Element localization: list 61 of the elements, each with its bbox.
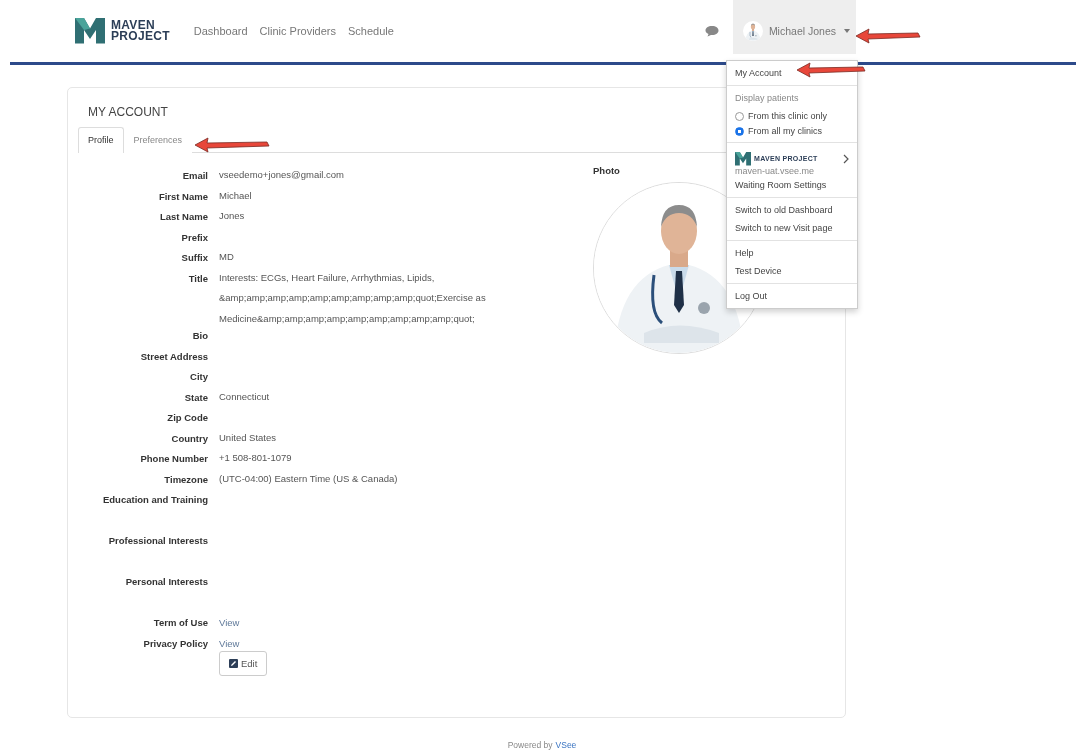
nav-link[interactable]: Dashboard [193, 25, 248, 37]
menu-item[interactable]: Switch to new Visit page [727, 218, 841, 237]
field-label: Title [187, 271, 208, 286]
menu-item[interactable]: Test Device [727, 261, 790, 280]
field-value: Connecticut [219, 389, 271, 404]
menu-item[interactable]: Switch to old Dashboard [727, 200, 841, 219]
view-link[interactable]: View [219, 616, 240, 629]
user-menu-button[interactable]: Michael Jones [733, 0, 856, 54]
field-label: First Name [157, 189, 208, 204]
radio-icon[interactable] [735, 126, 744, 136]
field-value: United States [219, 430, 278, 445]
edit-icon [229, 659, 238, 668]
field-label: Email [181, 169, 208, 183]
nav-link[interactable]: Clinic Providers [259, 25, 337, 37]
field-value: MD [219, 250, 235, 264]
field-value: Michael [219, 188, 253, 203]
chevron-right-icon [843, 153, 849, 164]
field-label: City [189, 370, 208, 384]
field-label: Privacy Policy [142, 636, 208, 651]
footer-text: Powered by [507, 740, 553, 750]
menu-item[interactable]: Log Out [727, 286, 776, 305]
menu-heading: Display patients [734, 92, 800, 105]
field-value: (UTC-04:00) Eastern Time (US & Canada) [219, 471, 399, 486]
field-value: Jones [219, 209, 246, 223]
field-label: Prefix [180, 230, 208, 245]
field-label: Personal Interests [124, 575, 208, 589]
field-label: Zip Code [166, 411, 208, 425]
menu-item[interactable]: My Account [727, 64, 790, 82]
page-title: MY ACCOUNT [88, 105, 168, 119]
annotation-arrow [796, 61, 866, 79]
field-label: Street Address [139, 349, 208, 364]
radio-icon[interactable] [735, 111, 744, 121]
annotation-arrow [855, 27, 921, 45]
clinic-address: maven-uat.vsee.me [734, 165, 816, 176]
field-value: vseedemo+jones@gmail.com [219, 168, 346, 182]
radio-option[interactable]: From all my clinics [727, 124, 857, 139]
field-value: +1 508-801-1079 [219, 451, 293, 465]
nav-link[interactable]: Schedule [348, 25, 394, 37]
radio-option[interactable]: From this clinic only [727, 109, 857, 124]
field-label: Education and Training [101, 493, 208, 507]
field-label: Phone Number [139, 452, 208, 466]
field-label: Timezone [163, 472, 208, 487]
field-label: State [183, 390, 208, 405]
field-label: Term of Use [152, 616, 208, 630]
logo-icon [735, 152, 751, 166]
field-label: Professional Interests [107, 534, 208, 548]
caret-icon [844, 29, 850, 33]
chat-icon[interactable] [705, 25, 719, 37]
field-label: Suffix [180, 251, 208, 265]
menu-item[interactable]: Help [727, 243, 762, 262]
tab[interactable]: Profile [78, 127, 124, 153]
logo-text: MAVEN PROJECT [111, 20, 170, 42]
field-label: Last Name [158, 210, 208, 224]
menu-item[interactable]: Waiting Room Settings [727, 175, 835, 194]
field-value: Interests: ECGs, Heart Failure, Arrhythmias, Lipids, &amp;amp;amp;amp;amp;amp;amp;amp;amp;quot;Exercise as Medicine&amp;amp;amp;amp;amp;amp;amp;amp;amp;quot; [219, 270, 487, 326]
field-label: Country [170, 431, 208, 446]
view-link[interactable]: View [219, 636, 240, 650]
logo-icon [75, 18, 105, 44]
footer-link[interactable]: VSee [555, 740, 577, 750]
field-label: Bio [191, 329, 208, 343]
edit-button[interactable]: Edit [219, 651, 268, 676]
